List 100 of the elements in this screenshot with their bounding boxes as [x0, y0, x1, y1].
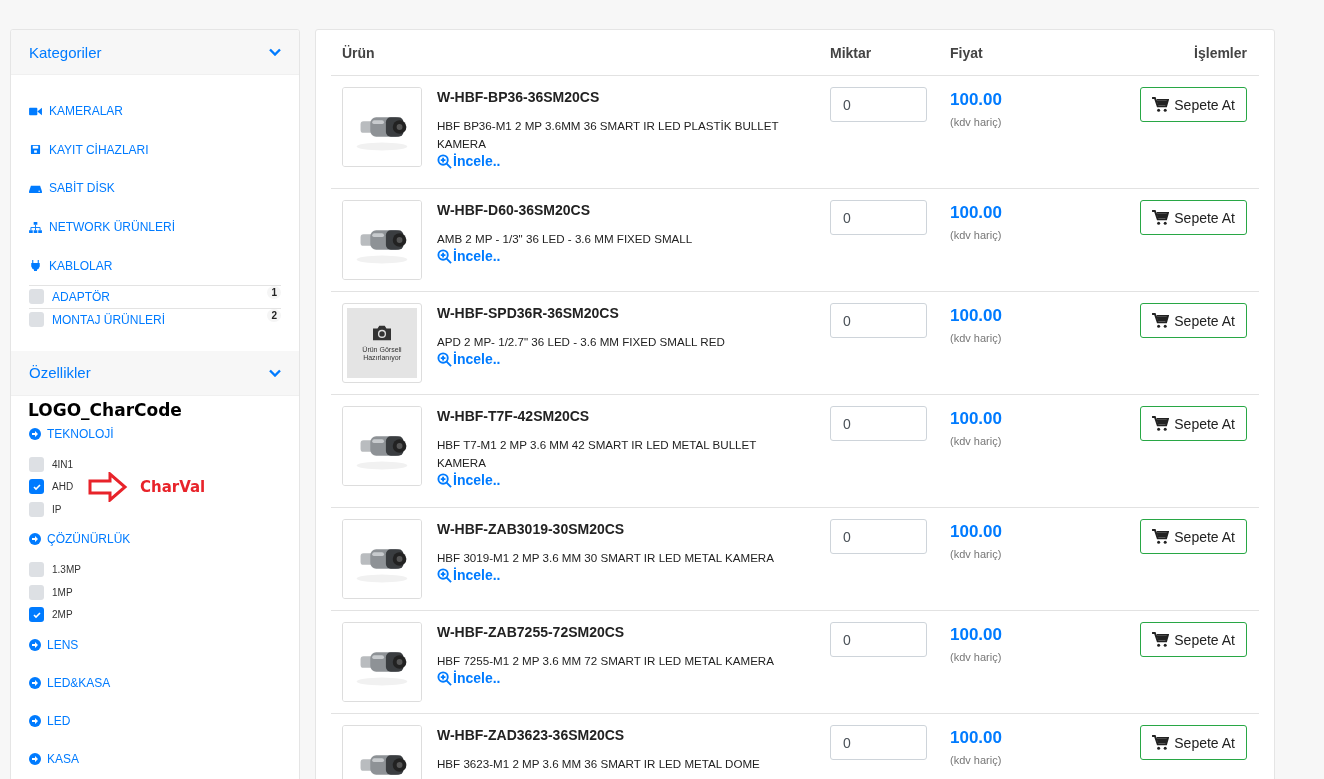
details-link[interactable]: İncele..: [437, 248, 787, 264]
count-badge: 2: [267, 309, 281, 323]
option-label[interactable]: 2MP: [52, 609, 73, 621]
camera-icon: [371, 323, 393, 342]
arrow-circle-icon: [29, 676, 41, 689]
video-camera-icon: [29, 105, 42, 117]
feature-group-link[interactable]: LENS: [29, 625, 281, 664]
price: 100.00: [950, 306, 1003, 326]
tax-note: (kdv hariç): [950, 754, 1003, 766]
column-header: Fiyat: [950, 44, 984, 61]
product-description: HBF 7255-M1 2 MP 3.6 MM 72 SMART IR LED METAL KAMERA: [437, 653, 775, 669]
option-label[interactable]: 1.3MP: [52, 564, 81, 576]
zoom-in-icon: [437, 472, 452, 488]
checkbox[interactable]: [29, 562, 44, 578]
category-link[interactable]: NETWORK ÜRÜNLERİ: [29, 207, 281, 247]
price: 100.00: [950, 625, 1003, 645]
category-link[interactable]: SABİT DİSK: [29, 169, 281, 208]
product-code: W-HBF-ZAD3623-36SM20CS: [437, 727, 626, 743]
feature-group-link[interactable]: LED: [29, 701, 281, 740]
arrow-circle-icon: [29, 533, 41, 546]
product-code: W-HBF-ZAB3019-30SM20CS: [437, 521, 626, 537]
plug-icon: [29, 260, 42, 272]
subcategory-label[interactable]: MONTAJ ÜRÜNLERİ: [52, 312, 268, 327]
arrow-annotation: [88, 471, 128, 502]
add-to-cart-button[interactable]: Sepete At: [1140, 303, 1247, 338]
annotation-label: CharVal: [140, 477, 206, 496]
product-code: W-HBF-T7F-42SM20CS: [437, 408, 591, 424]
checkbox[interactable]: [29, 607, 44, 623]
checkbox[interactable]: [29, 479, 44, 495]
option-label[interactable]: 1MP: [52, 586, 73, 598]
checkbox[interactable]: [29, 289, 44, 305]
count-badge: 1: [267, 286, 281, 300]
category-link[interactable]: KAMERALAR: [29, 92, 281, 131]
product-description: HBF 3019-M1 2 MP 3.6 MM 30 SMART IR LED METAL KAMERA: [437, 550, 775, 566]
add-to-cart-button[interactable]: Sepete At: [1140, 200, 1247, 235]
zoom-in-icon: [437, 248, 452, 264]
quantity-field[interactable]: 0: [830, 200, 927, 235]
product-description: HBF BP36-M1 2 MP 3.6MM 36 SMART IR LED PLASTİK BULLET KAMERA: [437, 118, 780, 152]
quantity-field[interactable]: 0: [830, 725, 927, 760]
price: 100.00: [950, 203, 1003, 223]
tax-note: (kdv hariç): [950, 548, 1003, 560]
annotation-label: LOGO_CharCode: [28, 401, 182, 419]
zoom-in-icon: [437, 153, 452, 169]
product-description: HBF 3623-M1 2 MP 3.6 MM 36 SMART IR LED METAL DOME: [437, 756, 761, 772]
column-header: Miktar: [830, 44, 873, 61]
option-label[interactable]: AHD: [52, 481, 74, 493]
add-to-cart-button[interactable]: Sepete At: [1140, 725, 1247, 760]
tax-note: (kdv hariç): [950, 229, 1003, 241]
panel-header[interactable]: Özellikler: [11, 350, 299, 396]
quantity-field[interactable]: 0: [830, 519, 927, 554]
column-header: İşlemler: [1193, 44, 1248, 61]
product-description: APD 2 MP- 1/2.7" 36 LED - 3.6 MM FIXED SMALL RED: [437, 334, 726, 350]
details-link[interactable]: İncele..: [437, 567, 787, 583]
category-link[interactable]: KABLOLAR: [29, 246, 281, 285]
quantity-field[interactable]: 0: [830, 87, 927, 122]
option-label[interactable]: 4IN1: [52, 458, 74, 470]
tax-note: (kdv hariç): [950, 116, 1003, 128]
cart-icon: [1152, 529, 1170, 544]
panel-title: Kategoriler: [29, 43, 102, 61]
checkmark-icon: [31, 609, 42, 620]
zoom-in-icon: [437, 670, 452, 686]
price: 100.00: [950, 728, 1003, 748]
quantity-field[interactable]: 0: [830, 406, 927, 441]
category-link[interactable]: KAYIT CİHAZLARI: [29, 130, 281, 170]
cart-icon: [1152, 735, 1170, 750]
feature-group-link[interactable]: KASA: [29, 739, 281, 778]
option-label[interactable]: IP: [52, 503, 62, 515]
tax-note: (kdv hariç): [950, 435, 1003, 447]
checkbox[interactable]: [29, 456, 44, 472]
quantity-field[interactable]: 0: [830, 303, 927, 338]
feature-group-link[interactable]: LED&KASA: [29, 663, 281, 702]
add-to-cart-button[interactable]: Sepete At: [1140, 406, 1247, 441]
details-link[interactable]: İncele..: [437, 153, 787, 169]
add-to-cart-button[interactable]: Sepete At: [1140, 622, 1247, 657]
add-to-cart-button[interactable]: Sepete At: [1140, 519, 1247, 554]
checkbox[interactable]: [29, 312, 44, 328]
quantity-field[interactable]: 0: [830, 622, 927, 657]
feature-group-link[interactable]: ÇÖZÜNÜRLÜK: [29, 520, 281, 559]
price: 100.00: [950, 522, 1003, 542]
details-link[interactable]: İncele..: [437, 670, 787, 686]
panel-header[interactable]: Kategoriler: [11, 30, 299, 75]
cart-icon: [1152, 210, 1170, 225]
cart-icon: [1152, 97, 1170, 112]
add-to-cart-button[interactable]: Sepete At: [1140, 87, 1247, 122]
arrow-circle-icon: [29, 752, 41, 765]
cart-icon: [1152, 313, 1170, 328]
price: 100.00: [950, 409, 1003, 429]
product-code: W-HBF-ZAB7255-72SM20CS: [437, 624, 626, 640]
tax-note: (kdv hariç): [950, 332, 1003, 344]
cart-icon: [1152, 632, 1170, 647]
arrow-circle-icon: [29, 714, 41, 727]
product-code: W-HBF-D60-36SM20CS: [437, 202, 591, 218]
details-link[interactable]: İncele..: [437, 472, 787, 488]
checkbox[interactable]: [29, 584, 44, 600]
zoom-in-icon: [437, 351, 452, 367]
checkbox[interactable]: [29, 501, 44, 517]
details-link[interactable]: İncele..: [437, 351, 787, 367]
cart-icon: [1152, 416, 1170, 431]
checkmark-icon: [31, 481, 42, 492]
subcategory-label[interactable]: ADAPTÖR: [52, 289, 268, 304]
